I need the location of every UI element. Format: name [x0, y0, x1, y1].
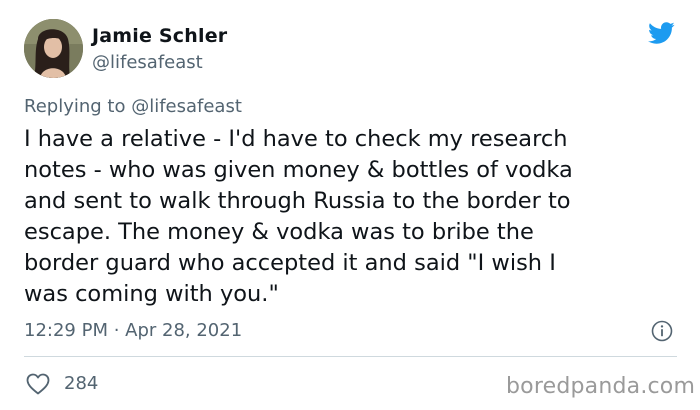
- author-handle[interactable]: @lifesafeast: [92, 52, 203, 73]
- avatar[interactable]: [24, 19, 83, 78]
- tweet-card: Jamie Schler @lifesafeast Replying to @l…: [0, 0, 700, 410]
- reply-mention[interactable]: @lifesafeast: [131, 96, 242, 117]
- tweet-text-line: escape. The money & vodka was to bribe t…: [24, 219, 534, 245]
- tweet-text: I have a relative - I'd have to check my…: [24, 124, 684, 310]
- info-icon[interactable]: [651, 320, 673, 342]
- reply-prefix: Replying to: [24, 96, 132, 117]
- tweet-text-line: was coming with you.": [24, 281, 279, 307]
- tweet-text-line: I have a relative - I'd have to check my…: [24, 126, 568, 152]
- divider: [24, 356, 677, 357]
- tweet-text-line: border guard who accepted it and said "I…: [24, 250, 556, 276]
- twitter-bird-icon[interactable]: [645, 19, 677, 47]
- replying-to: Replying to @lifesafeast: [24, 96, 242, 117]
- tweet-text-line: notes - who was given money & bottles of…: [24, 157, 573, 183]
- tweet-text-line: and sent to walk through Russia to the b…: [24, 188, 571, 214]
- like-count: 284: [64, 373, 99, 394]
- watermark: boredpanda.com: [506, 374, 696, 399]
- tweet-timestamp[interactable]: 12:29 PM · Apr 28, 2021: [24, 320, 242, 341]
- heart-icon[interactable]: [26, 373, 50, 395]
- author-name[interactable]: Jamie Schler: [92, 25, 227, 47]
